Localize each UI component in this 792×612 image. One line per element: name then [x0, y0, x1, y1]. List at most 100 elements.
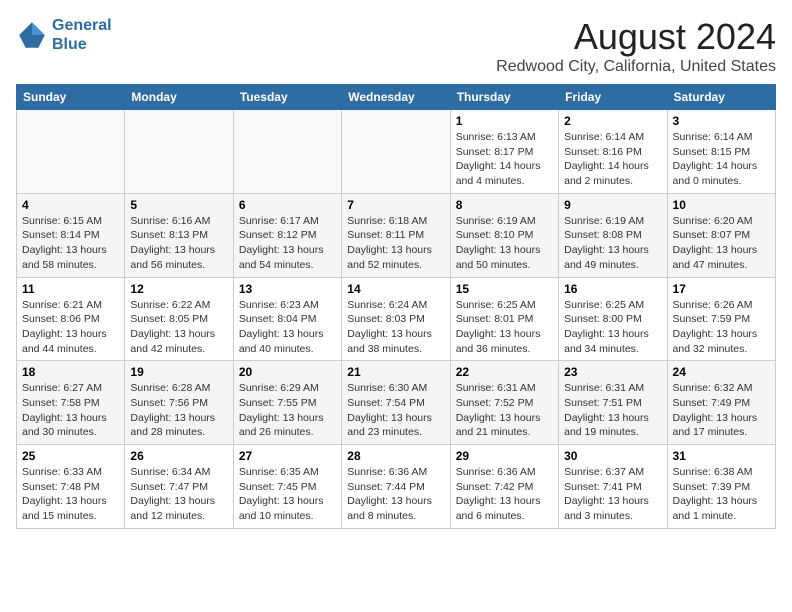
weekday-header-thursday: Thursday: [450, 85, 558, 110]
day-info: Sunrise: 6:38 AM Sunset: 7:39 PM Dayligh…: [673, 465, 770, 524]
day-info: Sunrise: 6:36 AM Sunset: 7:44 PM Dayligh…: [347, 465, 444, 524]
day-number: 16: [564, 282, 661, 296]
day-info: Sunrise: 6:31 AM Sunset: 7:51 PM Dayligh…: [564, 381, 661, 440]
day-number: 9: [564, 198, 661, 212]
calendar-cell: [233, 110, 341, 194]
day-number: 12: [130, 282, 227, 296]
calendar-cell: 29 Sunrise: 6:36 AM Sunset: 7:42 PM Dayli…: [450, 445, 558, 529]
week-row-5: 25 Sunrise: 6:33 AM Sunset: 7:48 PM Dayli…: [17, 445, 776, 529]
day-number: 13: [239, 282, 336, 296]
weekday-header-friday: Friday: [559, 85, 667, 110]
day-info: Sunrise: 6:34 AM Sunset: 7:47 PM Dayligh…: [130, 465, 227, 524]
day-number: 14: [347, 282, 444, 296]
day-info: Sunrise: 6:36 AM Sunset: 7:42 PM Dayligh…: [456, 465, 553, 524]
calendar-cell: 5 Sunrise: 6:16 AM Sunset: 8:13 PM Daylig…: [125, 193, 233, 277]
day-number: 28: [347, 449, 444, 463]
calendar-cell: 27 Sunrise: 6:35 AM Sunset: 7:45 PM Dayli…: [233, 445, 341, 529]
week-row-1: 1Sunrise: 6:13 AM Sunset: 8:17 PM Daylig…: [17, 110, 776, 194]
logo-line2: Blue: [52, 36, 87, 53]
calendar-cell: [125, 110, 233, 194]
calendar-cell: 20 Sunrise: 6:29 AM Sunset: 7:55 PM Dayli…: [233, 361, 341, 445]
day-info: Sunrise: 6:16 AM Sunset: 8:13 PM Dayligh…: [130, 214, 227, 273]
day-number: 15: [456, 282, 553, 296]
title-block: August 2024 Redwood City, California, Un…: [496, 16, 776, 76]
day-number: 25: [22, 449, 119, 463]
calendar-cell: 26Sunrise: 6:34 AM Sunset: 7:47 PM Dayli…: [125, 445, 233, 529]
day-info: Sunrise: 6:25 AM Sunset: 8:01 PM Dayligh…: [456, 298, 553, 357]
calendar-cell: 7 Sunrise: 6:18 AM Sunset: 8:11 PM Daylig…: [342, 193, 450, 277]
calendar-cell: 23Sunrise: 6:31 AM Sunset: 7:51 PM Dayli…: [559, 361, 667, 445]
day-number: 27: [239, 449, 336, 463]
day-number: 8: [456, 198, 553, 212]
day-number: 18: [22, 365, 119, 379]
day-info: Sunrise: 6:23 AM Sunset: 8:04 PM Dayligh…: [239, 298, 336, 357]
week-row-3: 11Sunrise: 6:21 AM Sunset: 8:06 PM Dayli…: [17, 277, 776, 361]
day-number: 30: [564, 449, 661, 463]
weekday-header-row: SundayMondayTuesdayWednesdayThursdayFrid…: [17, 85, 776, 110]
day-info: Sunrise: 6:24 AM Sunset: 8:03 PM Dayligh…: [347, 298, 444, 357]
calendar-cell: 24 Sunrise: 6:32 AM Sunset: 7:49 PM Dayli…: [667, 361, 775, 445]
day-info: Sunrise: 6:14 AM Sunset: 8:16 PM Dayligh…: [564, 130, 661, 189]
calendar-cell: 31 Sunrise: 6:38 AM Sunset: 7:39 PM Dayli…: [667, 445, 775, 529]
day-info: Sunrise: 6:30 AM Sunset: 7:54 PM Dayligh…: [347, 381, 444, 440]
calendar-cell: 22Sunrise: 6:31 AM Sunset: 7:52 PM Dayli…: [450, 361, 558, 445]
day-info: Sunrise: 6:18 AM Sunset: 8:11 PM Dayligh…: [347, 214, 444, 273]
day-info: Sunrise: 6:35 AM Sunset: 7:45 PM Dayligh…: [239, 465, 336, 524]
day-number: 31: [673, 449, 770, 463]
calendar-cell: 4 Sunrise: 6:15 AM Sunset: 8:14 PM Daylig…: [17, 193, 125, 277]
weekday-header-saturday: Saturday: [667, 85, 775, 110]
day-number: 11: [22, 282, 119, 296]
day-info: Sunrise: 6:28 AM Sunset: 7:56 PM Dayligh…: [130, 381, 227, 440]
calendar-cell: [342, 110, 450, 194]
calendar-cell: [17, 110, 125, 194]
day-number: 5: [130, 198, 227, 212]
logo-line1: General: [52, 17, 112, 34]
logo-text: General Blue: [52, 16, 112, 54]
week-row-4: 18Sunrise: 6:27 AM Sunset: 7:58 PM Dayli…: [17, 361, 776, 445]
calendar-cell: 18Sunrise: 6:27 AM Sunset: 7:58 PM Dayli…: [17, 361, 125, 445]
day-info: Sunrise: 6:32 AM Sunset: 7:49 PM Dayligh…: [673, 381, 770, 440]
calendar-cell: 28 Sunrise: 6:36 AM Sunset: 7:44 PM Dayli…: [342, 445, 450, 529]
calendar-cell: 19Sunrise: 6:28 AM Sunset: 7:56 PM Dayli…: [125, 361, 233, 445]
day-number: 17: [673, 282, 770, 296]
weekday-header-sunday: Sunday: [17, 85, 125, 110]
week-row-2: 4 Sunrise: 6:15 AM Sunset: 8:14 PM Daylig…: [17, 193, 776, 277]
day-info: Sunrise: 6:20 AM Sunset: 8:07 PM Dayligh…: [673, 214, 770, 273]
day-number: 29: [456, 449, 553, 463]
calendar-cell: 16 Sunrise: 6:25 AM Sunset: 8:00 PM Dayli…: [559, 277, 667, 361]
calendar-cell: 9 Sunrise: 6:19 AM Sunset: 8:08 PM Daylig…: [559, 193, 667, 277]
day-info: Sunrise: 6:19 AM Sunset: 8:10 PM Dayligh…: [456, 214, 553, 273]
day-number: 24: [673, 365, 770, 379]
day-number: 20: [239, 365, 336, 379]
day-number: 3: [673, 114, 770, 128]
weekday-header-wednesday: Wednesday: [342, 85, 450, 110]
calendar-cell: 17Sunrise: 6:26 AM Sunset: 7:59 PM Dayli…: [667, 277, 775, 361]
calendar-cell: 1Sunrise: 6:13 AM Sunset: 8:17 PM Daylig…: [450, 110, 558, 194]
day-info: Sunrise: 6:25 AM Sunset: 8:00 PM Dayligh…: [564, 298, 661, 357]
calendar-cell: 12Sunrise: 6:22 AM Sunset: 8:05 PM Dayli…: [125, 277, 233, 361]
calendar-table: SundayMondayTuesdayWednesdayThursdayFrid…: [16, 84, 776, 529]
calendar-cell: 15 Sunrise: 6:25 AM Sunset: 8:01 PM Dayli…: [450, 277, 558, 361]
day-info: Sunrise: 6:15 AM Sunset: 8:14 PM Dayligh…: [22, 214, 119, 273]
page-title: August 2024: [496, 16, 776, 58]
day-info: Sunrise: 6:19 AM Sunset: 8:08 PM Dayligh…: [564, 214, 661, 273]
day-info: Sunrise: 6:33 AM Sunset: 7:48 PM Dayligh…: [22, 465, 119, 524]
calendar-cell: 21 Sunrise: 6:30 AM Sunset: 7:54 PM Dayli…: [342, 361, 450, 445]
day-info: Sunrise: 6:37 AM Sunset: 7:41 PM Dayligh…: [564, 465, 661, 524]
day-number: 7: [347, 198, 444, 212]
day-number: 4: [22, 198, 119, 212]
day-number: 21: [347, 365, 444, 379]
calendar-cell: 2 Sunrise: 6:14 AM Sunset: 8:16 PM Daylig…: [559, 110, 667, 194]
day-info: Sunrise: 6:14 AM Sunset: 8:15 PM Dayligh…: [673, 130, 770, 189]
day-number: 22: [456, 365, 553, 379]
logo-icon: [16, 19, 48, 51]
calendar-cell: 8 Sunrise: 6:19 AM Sunset: 8:10 PM Daylig…: [450, 193, 558, 277]
page-header: General Blue August 2024 Redwood City, C…: [16, 16, 776, 76]
day-number: 2: [564, 114, 661, 128]
calendar-cell: 13 Sunrise: 6:23 AM Sunset: 8:04 PM Dayli…: [233, 277, 341, 361]
day-number: 10: [673, 198, 770, 212]
calendar-cell: 30 Sunrise: 6:37 AM Sunset: 7:41 PM Dayli…: [559, 445, 667, 529]
day-info: Sunrise: 6:17 AM Sunset: 8:12 PM Dayligh…: [239, 214, 336, 273]
day-info: Sunrise: 6:29 AM Sunset: 7:55 PM Dayligh…: [239, 381, 336, 440]
weekday-header-monday: Monday: [125, 85, 233, 110]
